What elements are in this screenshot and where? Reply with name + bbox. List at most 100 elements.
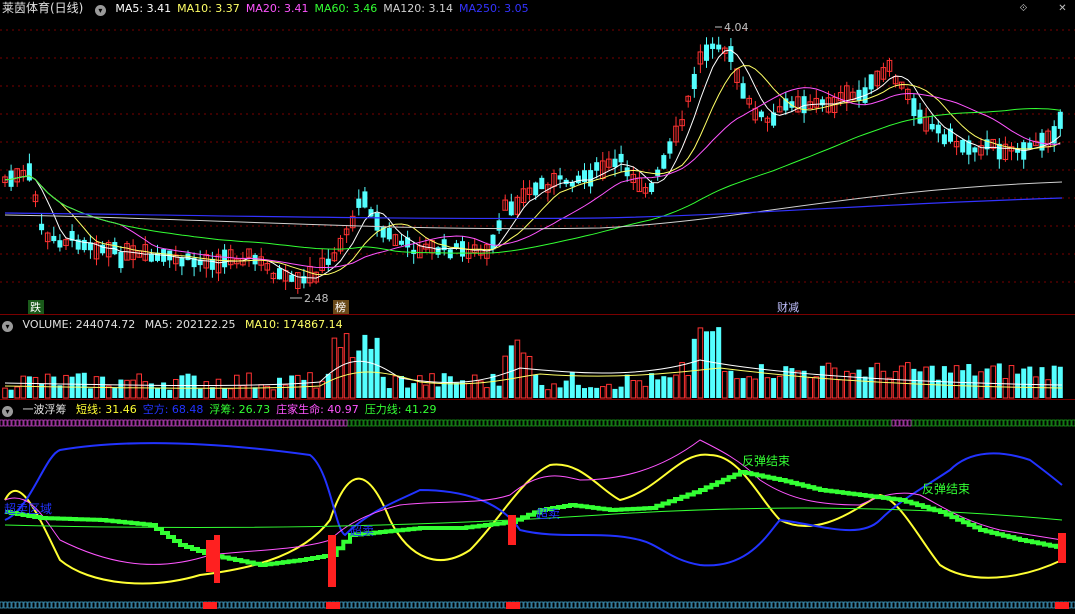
candle-down [972,147,978,153]
indicator-top-strip [323,419,328,427]
indicator-bottom-strip [967,601,972,609]
indicator-bottom-strip [455,601,460,609]
indicator-top-strip [219,419,224,427]
indicator-top-strip [571,419,576,427]
indicator-top-strip [1051,419,1056,427]
indicator-top-strip [755,419,760,427]
indicator-bottom-strip [699,601,704,609]
indicator-bottom-strip [91,601,96,609]
volume-bar-down [728,370,734,398]
volume-bar-up [142,381,149,399]
indicator-annotation-4: 超卖 [536,506,560,521]
candle-down [222,249,228,268]
indicator-bottom-strip [103,601,108,609]
volume-bar-up [215,378,222,399]
indicator-bottom-strip [267,601,272,609]
indicator-bottom-strip [723,601,728,609]
indicator-top-strip [751,419,756,427]
indicator-bottom-strip [311,601,316,609]
indicator-top-strip [407,419,412,427]
indicator-bottom-strip [83,601,88,609]
indicator-top-strip [231,419,236,427]
indicator-top-strip [743,419,748,427]
indicator-top-strip [563,419,568,427]
candle-down [935,124,941,134]
indicator-top-strip [891,419,896,427]
volume-bar-down [582,388,587,398]
indicator-top-strip [899,419,904,427]
indicator-bottom-strip [799,601,804,609]
volume-bar-down [649,373,655,398]
signal-block [506,602,520,609]
indicator-top-strip [3,419,8,427]
indicator-bottom-strip [811,601,816,609]
indicator-top-strip [863,419,868,427]
candle-down [655,169,661,176]
indicator-top-strip [227,419,232,427]
volume-bar-up [685,375,692,399]
indicator-top-strip [199,419,204,427]
volume-bar-up [20,375,27,399]
volume-bar-down [716,327,722,398]
indicator-bottom-strip [615,601,620,609]
indicator-bottom-strip [539,601,544,609]
indicator-bottom-strip [483,601,488,609]
volume-bar-up [776,375,783,399]
indicator-bottom-strip [919,601,924,609]
indicator-bottom-strip [171,601,176,609]
indicator-bottom-strip [551,601,556,609]
volume-bar-down [112,387,118,398]
indicator-top-strip [963,419,968,427]
indicator-bottom-strip [279,601,284,609]
indicator-top-strip [0,419,4,427]
volume-bar-down [594,387,600,398]
indicator-top-strip [1067,419,1072,427]
indicator-top-strip [523,419,528,427]
indicator-bottom-strip [39,601,44,609]
indicator-bottom-strip [1003,601,1008,609]
indicator-bottom-strip [923,601,928,609]
indicator-top-strip [315,419,320,427]
indicator-bottom-strip [527,601,532,609]
indicator-bottom-strip [751,601,756,609]
indicator-top-strip [539,419,544,427]
indicator-bottom-strip [847,601,852,609]
indicator-top-strip [371,419,376,427]
volume-bar-up [136,373,142,399]
indicator-top-strip [507,419,512,427]
signal-bar [214,535,220,583]
signal-block [326,602,340,609]
indicator-bottom-strip [187,601,192,609]
volume-bar-down [618,386,624,398]
candle-down [435,247,441,255]
indicator-top-strip [91,419,96,427]
indicator-bottom-strip [3,601,8,609]
indicator-bottom-strip [219,601,224,609]
indicator-top-strip [79,419,84,427]
indicator-bottom-strip [747,601,752,609]
indicator-top-strip [1031,419,1036,427]
indicator-top-strip [307,419,312,427]
indicator-top-strip [203,419,208,427]
indicator-bottom-strip [71,601,76,609]
indicator-bottom-strip [411,601,416,609]
stock-chart-canvas[interactable]: 4.042.48跌榜财减反弹结束反弹结束超卖区域超卖超卖 [0,0,1075,614]
indicator-bottom-strip [243,601,248,609]
candle-down [209,258,215,270]
volume-bar-down [960,370,966,398]
indicator-top-strip [783,419,788,427]
indicator-bottom-strip [883,601,888,609]
indicator-top-strip [1003,419,1008,427]
indicator-top-strip [995,419,1000,427]
volume-bar-down [460,380,465,398]
indicator-top-strip [107,419,112,427]
candle-down [691,73,697,90]
indicator-top-strip [411,419,416,427]
indicator-top-strip [163,419,168,427]
volume-bar-down [972,375,978,398]
indicator-bottom-strip [1047,601,1052,609]
indicator-top-strip [71,419,76,427]
indicator-top-strip [51,419,56,427]
indicator-bottom-strip [995,601,1000,609]
volume-bar-down [801,370,807,398]
